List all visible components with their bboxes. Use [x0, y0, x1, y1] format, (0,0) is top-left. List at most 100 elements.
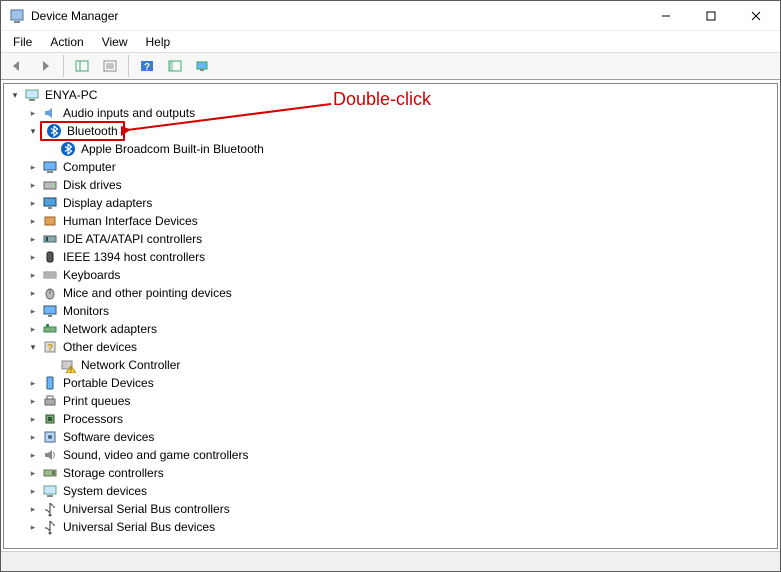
chevron-right-icon[interactable]: ▸	[26, 484, 40, 498]
tree-label: Apple Broadcom Built-in Bluetooth	[78, 141, 267, 157]
tree-item-display[interactable]: ▸ Display adapters	[26, 194, 777, 212]
chevron-right-icon[interactable]: ▸	[26, 232, 40, 246]
menu-help[interactable]: Help	[138, 33, 179, 51]
annotation-highlight: Bluetooth	[40, 121, 125, 141]
chevron-right-icon[interactable]: ▸	[26, 412, 40, 426]
chevron-right-icon[interactable]: ▸	[26, 250, 40, 264]
tree-label: Audio inputs and outputs	[60, 105, 198, 121]
hid-icon	[42, 213, 58, 229]
usb-icon	[42, 519, 58, 535]
tree-label: Sound, video and game controllers	[60, 447, 251, 463]
tree-item-portable[interactable]: ▸ Portable Devices	[26, 374, 777, 392]
chevron-right-icon[interactable]: ▸	[26, 322, 40, 336]
forward-button[interactable]	[33, 55, 57, 77]
menu-file[interactable]: File	[5, 33, 40, 51]
tree-item-monitors[interactable]: ▸ Monitors	[26, 302, 777, 320]
maximize-button[interactable]	[688, 1, 733, 30]
tree-label: Universal Serial Bus controllers	[60, 501, 233, 517]
mouse-icon	[42, 285, 58, 301]
back-button[interactable]	[5, 55, 29, 77]
chevron-right-icon[interactable]: ▸	[26, 448, 40, 462]
chevron-right-icon[interactable]: ▸	[26, 106, 40, 120]
tree-item-printq[interactable]: ▸Print queues	[26, 392, 777, 410]
svg-text:?: ?	[47, 343, 53, 354]
tree-item-keyboards[interactable]: ▸ Keyboards	[26, 266, 777, 284]
tree-item-hid[interactable]: ▸Human Interface Devices	[26, 212, 777, 230]
toolbar-separator	[63, 55, 64, 77]
portable-icon	[42, 375, 58, 391]
tree-item-network[interactable]: ▸Network adapters	[26, 320, 777, 338]
chevron-right-icon[interactable]: ▸	[26, 394, 40, 408]
network-icon	[42, 321, 58, 337]
close-button[interactable]	[733, 1, 778, 30]
tree-label: Display adapters	[60, 195, 155, 211]
chevron-down-icon[interactable]: ▾	[26, 340, 40, 354]
display-icon	[42, 195, 58, 211]
chevron-right-icon[interactable]: ▸	[26, 430, 40, 444]
tree-label: Portable Devices	[60, 375, 157, 391]
window-controls	[643, 1, 778, 30]
chevron-down-icon[interactable]: ▾	[8, 88, 22, 102]
tree-item-usbdev[interactable]: ▸ Universal Serial Bus devices	[26, 518, 777, 536]
chevron-right-icon[interactable]: ▸	[26, 466, 40, 480]
printer-icon	[42, 393, 58, 409]
tree-item-ieee1394[interactable]: ▸ IEEE 1394 host controllers	[26, 248, 777, 266]
spacer	[44, 358, 58, 372]
titlebar: Device Manager	[1, 1, 780, 31]
svg-text:!: !	[70, 368, 72, 374]
tree-item-other[interactable]: ▾?Other devices	[26, 338, 777, 356]
warning-device-icon: !	[60, 357, 76, 373]
tree-item-bluetooth-device[interactable]: Apple Broadcom Built-in Bluetooth	[44, 140, 777, 158]
sound-icon	[42, 447, 58, 463]
tree-item-ide[interactable]: ▸ IDE ATA/ATAPI controllers	[26, 230, 777, 248]
tree-label: Mice and other pointing devices	[60, 285, 235, 301]
tree-label: Monitors	[60, 303, 112, 319]
chevron-right-icon[interactable]: ▸	[26, 196, 40, 210]
tree-label: Universal Serial Bus devices	[60, 519, 218, 535]
other-devices-icon: ?	[42, 339, 58, 355]
tree-item-audio[interactable]: ▸ Audio inputs and outputs	[26, 104, 777, 122]
chevron-right-icon[interactable]: ▸	[26, 520, 40, 534]
chevron-down-icon[interactable]: ▾	[26, 124, 40, 138]
show-hide-tree-button[interactable]	[70, 55, 94, 77]
devices-button[interactable]	[191, 55, 215, 77]
chevron-right-icon[interactable]: ▸	[26, 376, 40, 390]
scan-hardware-button[interactable]	[163, 55, 187, 77]
tree-item-storage[interactable]: ▸Storage controllers	[26, 464, 777, 482]
tree-label: Bluetooth	[64, 123, 121, 139]
chevron-right-icon[interactable]: ▸	[26, 502, 40, 516]
chevron-right-icon[interactable]: ▸	[26, 214, 40, 228]
window-title: Device Manager	[31, 9, 118, 23]
toolbar-separator	[128, 55, 129, 77]
menu-action[interactable]: Action	[42, 33, 91, 51]
tree-item-sound[interactable]: ▸ Sound, video and game controllers	[26, 446, 777, 464]
menu-view[interactable]: View	[94, 33, 136, 51]
tree-label: IDE ATA/ATAPI controllers	[60, 231, 205, 247]
tree-label: Network Controller	[78, 357, 183, 373]
tree-label: Disk drives	[60, 177, 125, 193]
tree-root-label: ENYA-PC	[42, 87, 100, 103]
tree-item-mice[interactable]: ▸ Mice and other pointing devices	[26, 284, 777, 302]
tree-item-system[interactable]: ▸System devices	[26, 482, 777, 500]
tree-item-bluetooth[interactable]: ▾ Bluetooth	[26, 122, 777, 140]
tree-item-software[interactable]: ▸Software devices	[26, 428, 777, 446]
computer-icon	[24, 87, 40, 103]
properties-button[interactable]	[98, 55, 122, 77]
help-button[interactable]: ?	[135, 55, 159, 77]
chevron-right-icon[interactable]: ▸	[26, 286, 40, 300]
device-tree[interactable]: ▾ ENYA-PC ▸ Audio inputs and outputs ▾ Bl…	[3, 83, 778, 549]
tree-item-other-child[interactable]: ! Network Controller	[44, 356, 777, 374]
chevron-right-icon[interactable]: ▸	[26, 160, 40, 174]
tree-label: Computer	[60, 159, 119, 175]
chevron-right-icon[interactable]: ▸	[26, 304, 40, 318]
tree-label: Keyboards	[60, 267, 123, 283]
tree-item-usbctrl[interactable]: ▸ Universal Serial Bus controllers	[26, 500, 777, 518]
tree-root[interactable]: ▾ ENYA-PC	[8, 86, 777, 104]
tree-label: IEEE 1394 host controllers	[60, 249, 208, 265]
chevron-right-icon[interactable]: ▸	[26, 178, 40, 192]
minimize-button[interactable]	[643, 1, 688, 30]
tree-item-processors[interactable]: ▸Processors	[26, 410, 777, 428]
chevron-right-icon[interactable]: ▸	[26, 268, 40, 282]
tree-item-computer[interactable]: ▸ Computer	[26, 158, 777, 176]
tree-item-disk[interactable]: ▸ Disk drives	[26, 176, 777, 194]
